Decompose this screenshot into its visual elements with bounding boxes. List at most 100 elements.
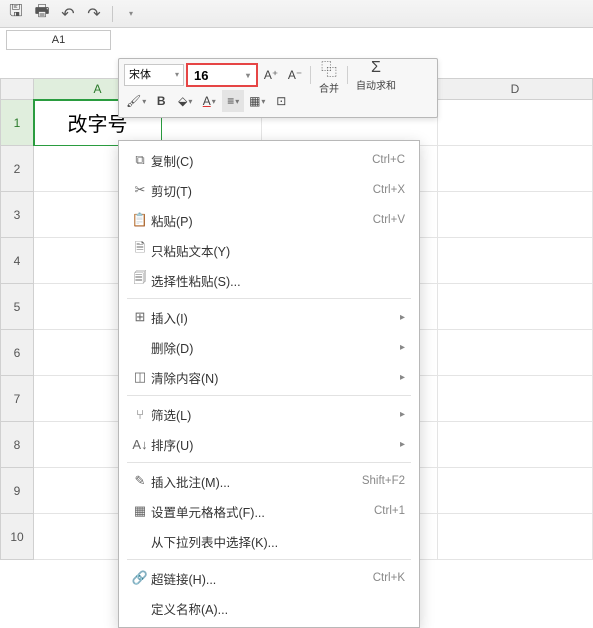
column-header[interactable]: D (438, 78, 593, 100)
chevron-right-icon: ▸ (400, 372, 405, 383)
chevron-right-icon: ▸ (400, 342, 405, 353)
mini-toolbar: 宋体 ▾ 16 ▾ A⁺ A⁻ ⿻ 合并 Σ 自动求和 🖌 B ⬙ A ≡ ▦ … (118, 58, 438, 118)
menu-item[interactable]: ⊞插入(I) ▸ (119, 302, 419, 332)
merge-icon: ⿻ (321, 56, 337, 80)
menu-item[interactable]: 🔗超链接(H)...Ctrl+K (119, 563, 419, 593)
menu-item[interactable]: 定义名称(A)... (119, 593, 419, 623)
menu-item[interactable]: 从下拉列表中选择(K)... (119, 526, 419, 556)
fill-color-button[interactable]: ⬙ (174, 90, 196, 112)
menu-item[interactable]: ◫清除内容(N) ▸ (119, 362, 419, 392)
menu-item-label: 粘贴(P) (151, 211, 373, 230)
borders-button[interactable]: ▦ (246, 90, 268, 112)
menu-item[interactable]: A↓排序(U) ▸ (119, 429, 419, 459)
context-menu: ⧉复制(C)Ctrl+C✂剪切(T)Ctrl+X📋粘贴(P)Ctrl+V🗎只粘贴… (118, 140, 420, 628)
row-header[interactable]: 3 (0, 192, 34, 238)
menu-item-label: 从下拉列表中选择(K)... (151, 532, 405, 551)
menu-item-shortcut: Ctrl+X (373, 184, 405, 196)
namebox-row: A1 (0, 28, 593, 50)
qat-customize-icon[interactable]: ▾ (123, 6, 139, 22)
toolbar-separator (347, 66, 348, 84)
row-header[interactable]: 6 (0, 330, 34, 376)
font-size-select[interactable]: 16 ▾ (186, 63, 258, 87)
row-header[interactable]: 2 (0, 146, 34, 192)
menu-item[interactable]: 🗐选择性粘贴(S)... (119, 265, 419, 295)
cell[interactable] (438, 330, 593, 376)
menu-item-icon: A↓ (129, 437, 151, 452)
menu-item-icon: ✂ (129, 182, 151, 198)
menu-item-icon: ▦ (129, 503, 151, 519)
chevron-down-icon: ▾ (175, 65, 179, 85)
qat-separator (112, 6, 113, 22)
menu-item-shortcut: Ctrl+C (372, 154, 405, 166)
menu-item[interactable]: 🗎只粘贴文本(Y) (119, 235, 419, 265)
row-header[interactable]: 1 (0, 100, 34, 146)
menu-item[interactable]: ⧉复制(C)Ctrl+C (119, 145, 419, 175)
number-format-button[interactable]: ⊡ (270, 90, 292, 112)
menu-item-icon: ⧉ (129, 152, 151, 168)
format-painter-button[interactable]: 🖌 (124, 90, 148, 112)
merge-cells-button[interactable]: ⿻ 合并 (315, 56, 343, 95)
cell[interactable] (438, 100, 593, 146)
menu-item[interactable]: ▦设置单元格格式(F)...Ctrl+1 (119, 496, 419, 526)
row-header[interactable]: 4 (0, 238, 34, 284)
redo-icon[interactable]: ↷ (86, 6, 102, 22)
cell[interactable] (438, 422, 593, 468)
menu-item-label: 剪切(T) (151, 181, 373, 200)
menu-item[interactable]: ✂剪切(T)Ctrl+X (119, 175, 419, 205)
menu-item-icon: ⑂ (129, 407, 151, 422)
cell[interactable] (438, 284, 593, 330)
menu-item-icon: 📋 (129, 212, 151, 228)
align-button[interactable]: ≡ (222, 90, 244, 112)
font-name-value: 宋体 (129, 65, 151, 85)
chevron-right-icon: ▸ (400, 409, 405, 420)
font-color-button[interactable]: A (198, 90, 220, 112)
cell[interactable] (438, 192, 593, 238)
chevron-right-icon: ▸ (400, 439, 405, 450)
menu-item[interactable]: ⑂筛选(L) ▸ (119, 399, 419, 429)
row-header[interactable]: 10 (0, 514, 34, 560)
toolbar-separator (310, 66, 311, 84)
increase-font-button[interactable]: A⁺ (260, 64, 282, 86)
name-box[interactable]: A1 (6, 30, 111, 50)
row-header[interactable]: 7 (0, 376, 34, 422)
autosum-button[interactable]: Σ 自动求和 (352, 59, 400, 92)
menu-separator (127, 298, 411, 299)
merge-label: 合并 (319, 80, 339, 95)
undo-icon[interactable]: ↶ (60, 6, 76, 22)
select-all-corner[interactable] (0, 78, 34, 100)
row-header[interactable]: 9 (0, 468, 34, 514)
row-header[interactable]: 5 (0, 284, 34, 330)
menu-separator (127, 559, 411, 560)
menu-item-label: 排序(U) (151, 435, 394, 454)
print-icon[interactable]: 🖶 (34, 6, 50, 22)
cell[interactable] (438, 376, 593, 422)
cell[interactable] (438, 146, 593, 192)
cell[interactable] (438, 514, 593, 560)
menu-item-label: 插入批注(M)... (151, 472, 362, 491)
menu-item-icon: 🔗 (129, 570, 151, 586)
cell[interactable] (438, 468, 593, 514)
chevron-down-icon: ▾ (246, 71, 250, 80)
menu-item[interactable]: 删除(D)▸ (119, 332, 419, 362)
menu-item-icon: 🗐 (129, 269, 151, 291)
row-header[interactable]: 8 (0, 422, 34, 468)
menu-item-label: 只粘贴文本(Y) (151, 241, 405, 260)
menu-item-label: 超链接(H)... (151, 569, 373, 588)
menu-item-icon: ◫ (129, 369, 151, 385)
menu-item-label: 筛选(L) (151, 405, 394, 424)
menu-item-icon: 🗎 (129, 239, 151, 261)
menu-item[interactable]: ✎插入批注(M)...Shift+F2 (119, 466, 419, 496)
chevron-right-icon: ▸ (400, 312, 405, 323)
cell[interactable] (438, 238, 593, 284)
menu-item-label: 插入(I) (151, 308, 394, 327)
decrease-font-button[interactable]: A⁻ (284, 64, 306, 86)
menu-separator (127, 462, 411, 463)
menu-item-icon: ⊞ (129, 309, 151, 325)
menu-item-label: 清除内容(N) (151, 368, 394, 387)
font-name-select[interactable]: 宋体 ▾ (124, 64, 184, 86)
menu-item[interactable]: 📋粘贴(P)Ctrl+V (119, 205, 419, 235)
menu-item-shortcut: Shift+F2 (362, 475, 405, 487)
menu-item-icon: ✎ (129, 473, 151, 489)
bold-button[interactable]: B (150, 90, 172, 112)
save-icon[interactable]: 🖫 (8, 6, 24, 22)
